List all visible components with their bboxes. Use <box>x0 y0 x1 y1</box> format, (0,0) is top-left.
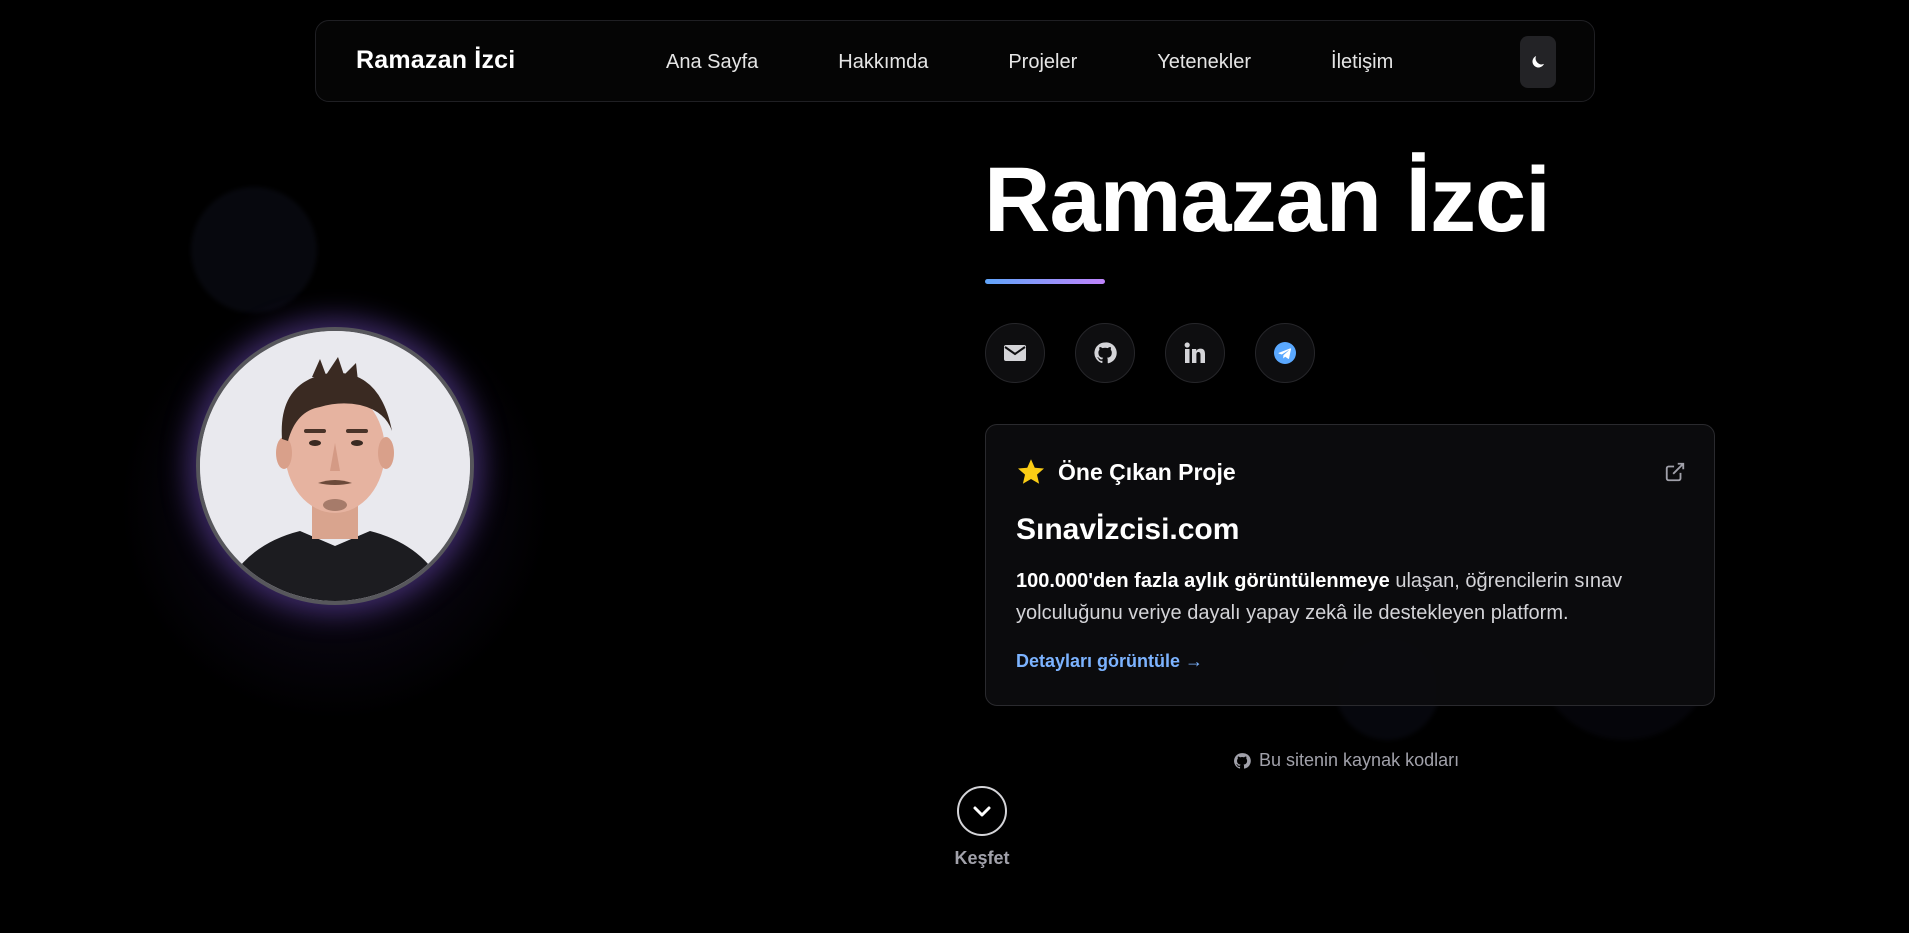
profile-photo <box>200 331 470 601</box>
nav-link-about[interactable]: Hakkımda <box>838 51 928 74</box>
nav-link-projects[interactable]: Projeler <box>1008 51 1077 74</box>
github-button[interactable] <box>1075 323 1135 383</box>
nav-link-contact[interactable]: İletişim <box>1331 51 1393 74</box>
brand-name[interactable]: Ramazan İzci <box>356 46 515 75</box>
github-icon <box>1234 752 1251 769</box>
card-header: Öne Çıkan Proje <box>1016 457 1236 487</box>
nav-link-skills[interactable]: Yetenekler <box>1157 51 1251 74</box>
nav-links: Ana Sayfa Hakkımda Projeler Yetenekler İ… <box>666 21 1473 103</box>
project-description-highlight: 100.000'den fazla aylık görüntülenmeye <box>1016 570 1390 592</box>
telegram-button[interactable] <box>1255 323 1315 383</box>
page: Ramazan İzci Ana Sayfa Hakkımda Projeler… <box>0 0 1909 933</box>
nav-link-home[interactable]: Ana Sayfa <box>666 51 758 74</box>
moon-icon <box>1532 56 1544 68</box>
mail-icon <box>1004 345 1026 361</box>
external-link-button[interactable] <box>1664 461 1686 488</box>
source-code-link[interactable]: Bu sitenin kaynak kodları <box>1233 750 1459 771</box>
project-title: Sınavİzcisi.com <box>1016 513 1240 546</box>
top-navbar: Ramazan İzci Ana Sayfa Hakkımda Projeler… <box>315 20 1595 102</box>
project-details-link[interactable]: Detayları görüntüle → <box>1016 651 1203 672</box>
project-description: 100.000'den fazla aylık görüntülenmeye u… <box>1016 565 1686 629</box>
linkedin-icon <box>1184 342 1205 363</box>
telegram-icon <box>1274 342 1296 364</box>
theme-toggle-button[interactable] <box>1520 36 1556 88</box>
github-icon <box>1094 342 1117 364</box>
explore-circle <box>957 786 1007 836</box>
chevron-down-icon <box>973 806 991 817</box>
hero-name: Ramazan İzci <box>984 149 1551 251</box>
avatar <box>196 327 474 605</box>
email-button[interactable] <box>985 323 1045 383</box>
explore-label: Keşfet <box>954 848 1010 868</box>
card-heading: Öne Çıkan Proje <box>1058 458 1236 485</box>
name-underline <box>985 279 1105 284</box>
featured-project-card: Öne Çıkan Proje Sınavİzcisi.com 100.000'… <box>985 424 1715 706</box>
linkedin-button[interactable] <box>1165 323 1225 383</box>
star-icon <box>1018 459 1044 484</box>
source-code-label: Bu sitenin kaynak kodları <box>1259 750 1460 770</box>
social-links <box>985 323 1345 383</box>
external-link-icon <box>1665 462 1685 482</box>
explore-button[interactable]: Keşfet <box>950 786 1014 869</box>
